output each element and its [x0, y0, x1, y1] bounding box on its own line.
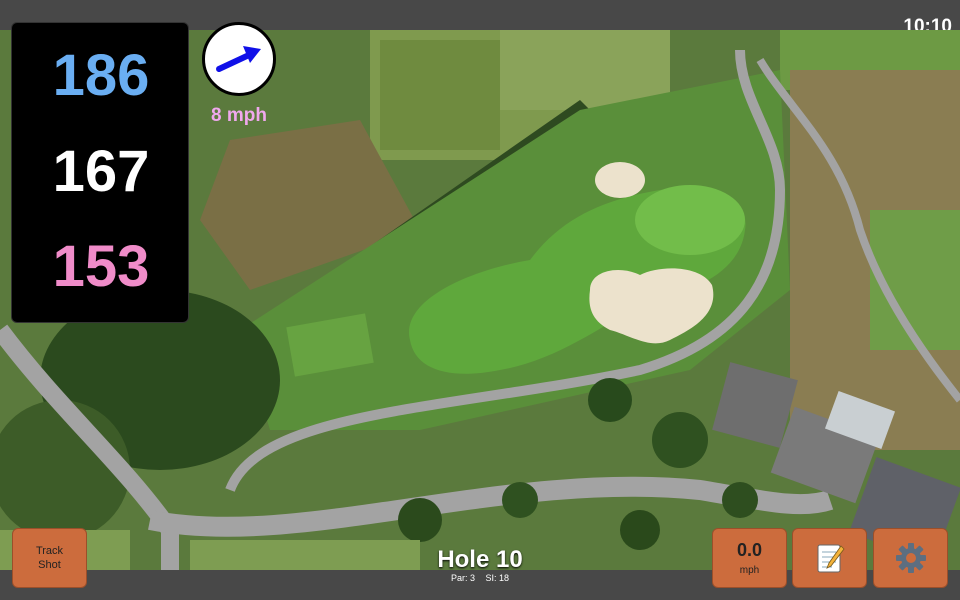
middle-distance: 167: [52, 139, 150, 204]
notes-button[interactable]: [792, 528, 867, 588]
track-shot-label-line1: Track: [35, 544, 64, 557]
wind-speed: 8 mph: [211, 105, 267, 126]
hole-title: Hole 10: [437, 546, 523, 573]
track-shot-button[interactable]: Track Shot: [12, 528, 87, 588]
speed-button[interactable]: 0.0 mph: [712, 528, 787, 588]
speed-unit: mph: [739, 564, 760, 576]
front-distance: 153: [52, 234, 150, 299]
gear-icon: [895, 543, 926, 573]
hole-stroke-index: SI: 18: [485, 573, 510, 583]
track-shot-label-line2: Shot: [38, 559, 61, 571]
back-distance: 186: [52, 43, 150, 108]
speed-value: 0.0: [736, 539, 763, 560]
wind-arrow-icon: [216, 46, 261, 72]
settings-button[interactable]: [873, 528, 948, 588]
hole-meta: Par: 3 SI: 18: [400, 573, 560, 583]
wind-direction-indicator: [202, 22, 276, 96]
hole-info: Hole 10 Par: 3 SI: 18: [400, 546, 560, 584]
notepad-icon: [817, 544, 845, 573]
hole-par: Par: 3: [450, 573, 475, 583]
yardage-panel[interactable]: 186 167 153: [11, 22, 189, 323]
